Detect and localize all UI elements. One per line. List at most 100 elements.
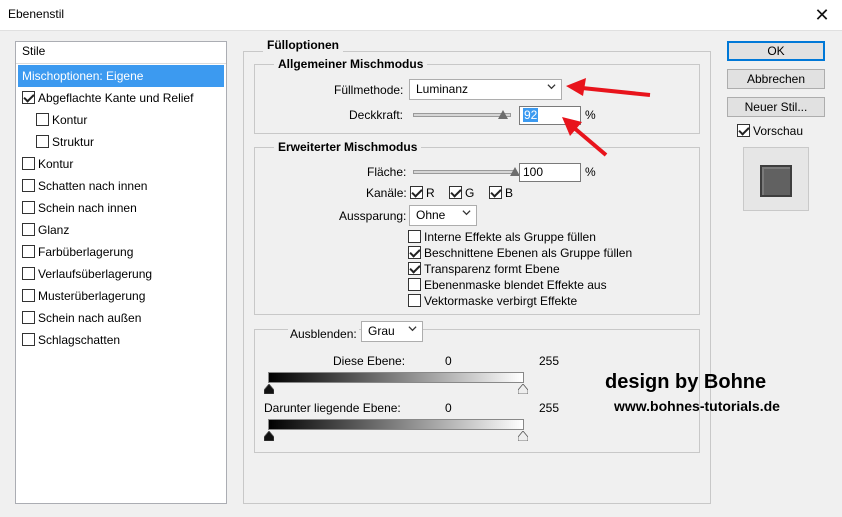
channel-checkbox[interactable] [410,186,423,200]
channel-label: G [465,186,475,200]
this-layer-label: Diese Ebene: [333,354,406,368]
advanced-option-checkbox[interactable] [408,262,421,276]
blend-if-value: Grau [368,324,395,338]
underlying-white-stop[interactable] [518,431,528,441]
opacity-value: 92 [523,108,539,122]
blend-if-label: Ausblenden: [288,327,359,341]
channel-checkbox[interactable] [449,186,462,200]
style-item-label: Schein nach innen [38,201,137,215]
advanced-option[interactable]: Beschnittene Ebenen als Gruppe füllen [408,246,632,260]
style-item-checkbox[interactable] [22,157,35,171]
this-layer-max: 255 [539,354,560,368]
channel-r[interactable]: R [410,186,435,200]
this-layer-gradient [268,372,524,383]
fill-method-select[interactable]: Luminanz [409,79,562,100]
fill-options-title: Fülloptionen [263,38,343,52]
style-item-label: Schatten nach innen [38,179,148,193]
advanced-option[interactable]: Ebenenmaske blendet Effekte aus [408,278,607,292]
advanced-option-checkbox[interactable] [408,246,421,260]
style-item-label: Struktur [52,135,95,149]
style-item-checkbox[interactable] [22,289,35,303]
opacity-slider-thumb[interactable] [498,110,509,119]
preview-label: Vorschau [753,124,804,138]
style-item-label: Schein nach außen [38,311,142,325]
underlying-max: 255 [539,401,560,415]
style-item-checkbox[interactable] [36,135,49,149]
fill-unit: % [585,165,596,179]
style-item-label: Kontur [38,157,74,171]
style-item-label: Kontur [52,113,88,127]
fill-slider[interactable] [413,170,515,174]
preview-checkbox[interactable] [737,124,750,138]
advanced-option[interactable]: Interne Effekte als Gruppe füllen [408,230,596,244]
style-item[interactable]: Schein nach außen [16,307,141,329]
style-item[interactable]: Struktur [16,131,94,153]
channel-checkbox[interactable] [489,186,502,200]
underlying-black-stop[interactable] [264,431,274,441]
this-layer-white-stop[interactable] [518,384,528,394]
fill-label: Fläche: [367,165,407,179]
knockout-select[interactable]: Ohne [409,205,477,226]
style-item[interactable]: Abgeflachte Kante und Relief [16,87,193,109]
style-item-label: Mischoptionen: Eigene [22,69,144,83]
advanced-option-checkbox[interactable] [408,278,421,292]
cancel-button[interactable]: Abbrechen [727,69,825,89]
watermark-url: www.bohnes-tutorials.de [614,398,780,414]
style-item-checkbox[interactable] [22,223,35,237]
style-item[interactable]: Farbüberlagerung [16,241,133,263]
style-item-checkbox[interactable] [22,179,35,193]
style-item[interactable]: Musterüberlagerung [16,285,145,307]
opacity-input[interactable]: 92 [519,106,581,125]
style-item-checkbox[interactable] [36,113,49,127]
knockout-value: Ohne [416,208,446,222]
style-item[interactable]: Schein nach innen [16,197,137,219]
title-bar: Ebenenstil ✕ [0,0,842,31]
channel-b[interactable]: B [489,186,513,200]
underlying-gradient [268,419,524,430]
style-item-checkbox[interactable] [22,245,35,259]
style-item[interactable]: Kontur [16,153,73,175]
style-item[interactable]: Schatten nach innen [16,175,147,197]
style-item-checkbox[interactable] [22,333,35,347]
style-item[interactable]: Glanz [16,219,69,241]
advanced-blend-title: Erweiterter Mischmodus [274,140,422,154]
general-blend-title: Allgemeiner Mischmodus [274,57,428,71]
preview-toggle[interactable]: Vorschau [737,124,803,138]
opacity-slider[interactable] [413,113,511,117]
advanced-option-label: Ebenenmaske blendet Effekte aus [424,278,607,292]
style-item-checkbox[interactable] [22,311,35,325]
style-item[interactable]: Mischoptionen: Eigene [18,65,224,87]
style-item[interactable]: Schlagschatten [16,329,120,351]
channel-g[interactable]: G [449,186,474,200]
style-item-checkbox[interactable] [22,201,35,215]
knockout-label: Aussparung: [339,209,407,223]
advanced-option[interactable]: Vektormaske verbirgt Effekte [408,294,577,308]
styles-list-header[interactable]: Stile [16,42,226,64]
window-title: Ebenenstil [8,7,65,21]
style-item-checkbox[interactable] [22,267,35,281]
style-preview [743,147,809,211]
style-item[interactable]: Verlaufsüberlagerung [16,263,152,285]
advanced-option-checkbox[interactable] [408,230,421,244]
new-style-button[interactable]: Neuer Stil... [727,97,825,117]
style-item[interactable]: Kontur [16,109,87,131]
styles-list: Stile Mischoptionen: Eigene Abgeflachte K… [15,41,227,504]
underlying-min: 0 [445,401,452,415]
watermark-title: design by Bohne [605,371,767,393]
style-item-label: Schlagschatten [38,333,121,347]
this-layer-min: 0 [445,354,452,368]
underlying-label: Darunter liegende Ebene: [264,401,401,415]
advanced-option-checkbox[interactable] [408,294,421,308]
fill-method-label: Füllmethode: [334,83,404,97]
this-layer-black-stop[interactable] [264,384,274,394]
fill-input[interactable]: 100 [519,163,581,182]
blend-if-select[interactable]: Grau [361,321,423,342]
channel-label: R [426,186,435,200]
preview-square [760,165,792,197]
advanced-option-label: Transparenz formt Ebene [424,262,560,276]
close-icon[interactable]: ✕ [810,3,834,27]
advanced-option[interactable]: Transparenz formt Ebene [408,262,560,276]
fill-method-value: Luminanz [416,82,469,96]
ok-button[interactable]: OK [727,41,825,61]
style-item-checkbox[interactable] [22,91,35,105]
